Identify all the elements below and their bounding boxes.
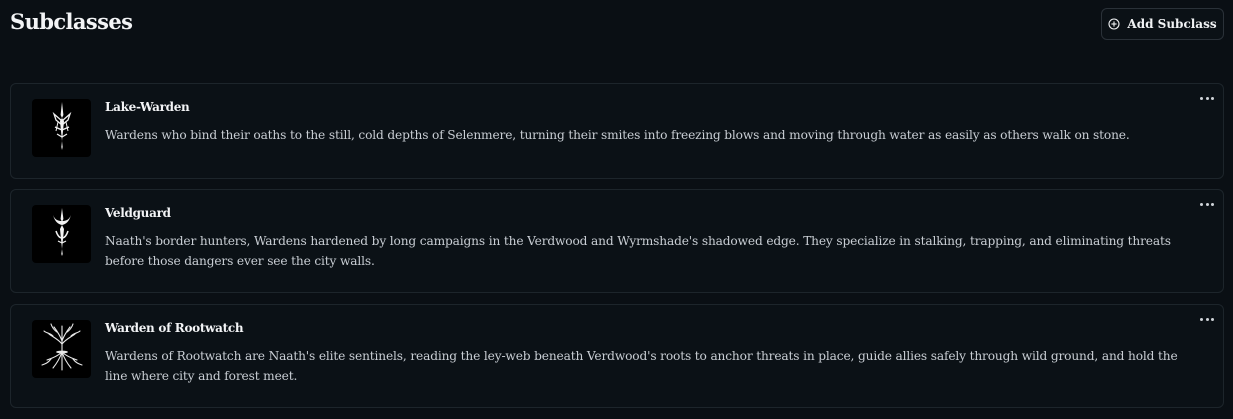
veldguard-sigil-icon: [47, 207, 77, 261]
dot-icon: [1200, 317, 1203, 321]
add-subclass-button[interactable]: Add Subclass: [1101, 8, 1224, 40]
tree-roots-sigil-icon: [39, 322, 85, 376]
page-title: Subclasses: [10, 9, 133, 34]
dot-icon: [1200, 202, 1203, 206]
subclass-image: [32, 320, 91, 378]
more-options-button[interactable]: [1200, 93, 1214, 103]
subclass-name: Warden of Rootwatch: [105, 321, 244, 335]
subclass-card-warden-of-rootwatch[interactable]: Warden of Rootwatch Wardens of Rootwatch…: [10, 304, 1224, 408]
subclass-name: Veldguard: [105, 206, 171, 220]
subclass-description: Wardens who bind their oaths to the stil…: [105, 128, 1130, 142]
subclass-image: [32, 205, 91, 263]
dot-icon: [1200, 96, 1203, 100]
subclass-card-veldguard[interactable]: Veldguard Naath's border hunters, Warden…: [10, 189, 1224, 293]
dot-icon: [1211, 317, 1214, 321]
subclass-card-lake-warden[interactable]: Lake-Warden Wardens who bind their oaths…: [10, 83, 1224, 179]
more-options-button[interactable]: [1200, 199, 1214, 209]
dot-icon: [1205, 96, 1209, 100]
more-options-button[interactable]: [1200, 314, 1214, 324]
subclass-image: [32, 99, 91, 157]
subclass-description: Wardens of Rootwatch are Naath's elite s…: [105, 349, 1178, 383]
plus-circle-icon: [1108, 18, 1120, 30]
subclass-name: Lake-Warden: [105, 100, 190, 114]
dot-icon: [1211, 96, 1214, 100]
add-subclass-label: Add Subclass: [1127, 17, 1217, 31]
subclass-description: Naath's border hunters, Wardens hardened…: [105, 234, 1171, 268]
dot-icon: [1211, 202, 1214, 206]
subclasses-page: Subclasses Add Subclass Lake-Warden Ward…: [0, 0, 1233, 419]
lake-warden-sigil-icon: [47, 101, 77, 155]
dot-icon: [1205, 317, 1209, 321]
dot-icon: [1205, 202, 1209, 206]
